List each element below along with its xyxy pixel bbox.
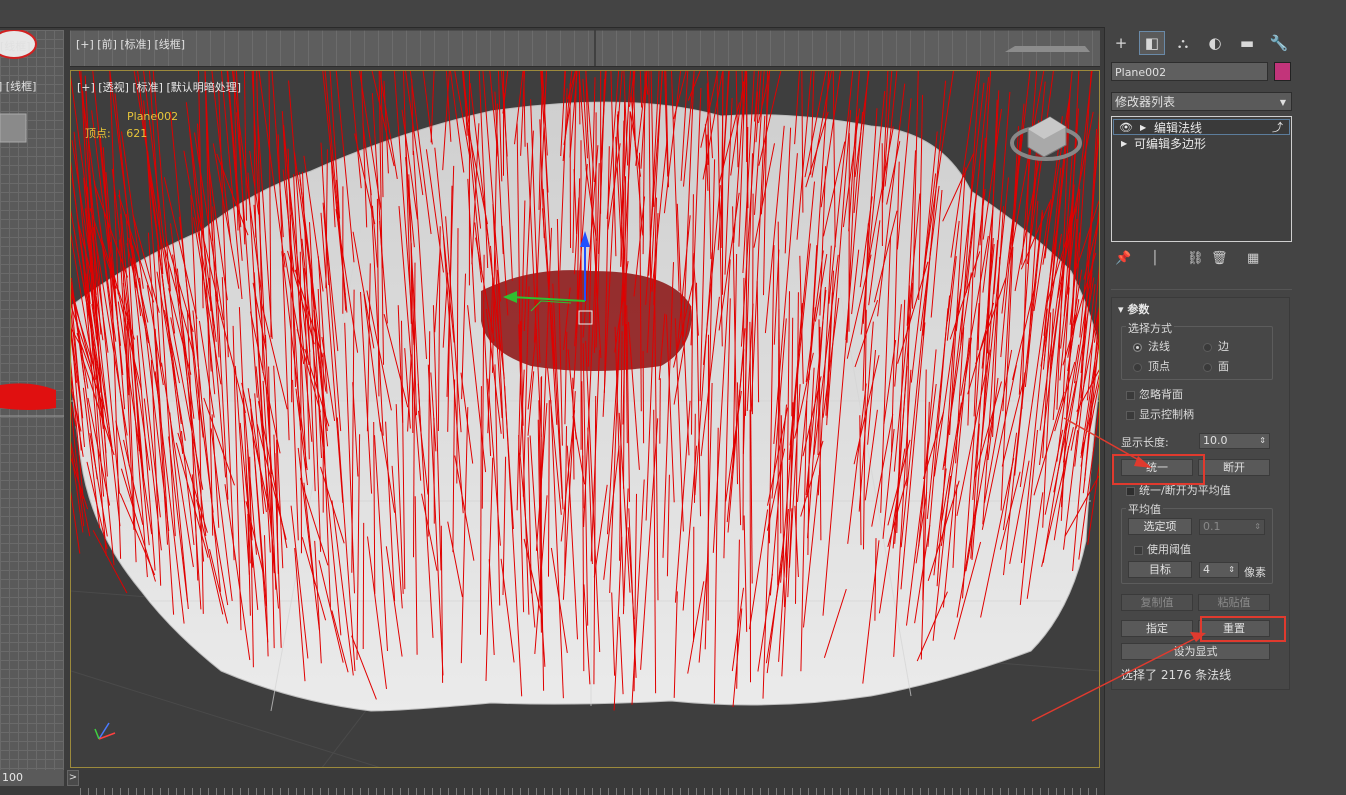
axis-tripod [94,722,116,740]
show-end-result-icon[interactable]: │ [1151,251,1159,266]
show-handles-label: 显示控制柄 [1139,408,1194,421]
pixels-label: 像素 [1244,566,1266,579]
radio-normal[interactable]: 法线 [1133,338,1170,354]
average-threshold-value: 0.1 [1203,520,1221,533]
left-viewport-scene [0,30,64,417]
unify-break-average-label: 统一/断开为平均值 [1139,484,1231,497]
normal-line [659,378,661,444]
scene-canvas[interactable] [71,71,1100,768]
break-button[interactable]: 断开 [1198,459,1270,476]
eye-icon[interactable]: 👁 [1119,120,1133,136]
average-target-button[interactable]: 目标 [1128,561,1192,578]
cursor-icon: ⤴ [1272,121,1283,134]
next-frame-button[interactable]: > [67,770,79,786]
selection-mode-title: 选择方式 [1126,320,1174,336]
create-tab-icon[interactable]: + [1108,31,1134,55]
left-viewport-label-2[interactable]: ] [线框] [0,78,36,94]
paste-value-button[interactable]: 粘贴值 [1198,594,1270,611]
radio-edge-label: 边 [1218,340,1229,353]
spinner-arrows-icon[interactable]: ⇕ [1228,563,1235,577]
timeline-ticks[interactable] [80,788,1100,795]
rollout-title-text: 参数 [1127,303,1150,316]
show-handles-checkbox[interactable]: 显示控制柄 [1126,406,1194,422]
normal-line [362,522,365,650]
radio-vertex[interactable]: 顶点 [1133,358,1170,374]
remove-modifier-icon[interactable]: 🗑 [1211,251,1228,266]
copy-value-button[interactable]: 复制值 [1121,594,1193,611]
modifier-list-label: 修改器列表 [1115,95,1176,109]
expand-icon[interactable]: ▶ [1140,120,1146,136]
normal-line [243,71,247,221]
display-tab-icon[interactable]: ▬ [1234,31,1260,55]
front-viewport[interactable]: [+] [前] [标准] [线框] [70,30,1100,67]
use-threshold-checkbox[interactable]: 使用阈值 [1134,541,1191,557]
stack-item-editable-poly[interactable]: ▶ 可编辑多边形 [1113,136,1290,152]
display-length-value: 10.0 [1203,434,1228,447]
motion-tab-icon[interactable]: ◐ [1202,31,1228,55]
stats-object-name: Plane002 [127,110,179,123]
stack-item-label: 可编辑多边形 [1134,137,1207,151]
unify-highlight-box [1112,454,1205,485]
radio-face[interactable]: 面 [1203,358,1229,374]
target-pixels-spinner[interactable]: 4 ⇕ [1199,562,1239,578]
display-length-spinner[interactable]: 10.0 ⇕ [1199,433,1270,449]
front-viewport-label[interactable]: [+] [前] [标准] [线框] [76,36,185,52]
stack-item-label: 编辑法线 [1154,121,1203,135]
radio-face-label: 面 [1218,360,1229,373]
configure-sets-icon[interactable]: ▦ [1247,251,1259,266]
pin-stack-icon[interactable]: 📌 [1115,251,1131,266]
object-color-swatch[interactable] [1274,62,1291,81]
average-threshold-spinner[interactable]: 0.1 ⇕ [1199,519,1265,535]
make-explicit-button[interactable]: 设为显式 [1121,643,1270,660]
stats-vertex-label: 顶点: [85,127,111,140]
utilities-tab-icon[interactable]: 🔧 [1266,31,1292,55]
left-viewport[interactable]: [线框] ] [线框] [0,30,64,770]
command-panel: + ◧ ⛬ ◐ ▬ 🔧 Plane002 修改器列表 ▼ 👁 ▶ 编辑法线 ⤴ … [1104,27,1346,795]
object-name-field[interactable]: Plane002 [1111,62,1268,81]
selection-status: 选择了 2176 条法线 [1121,668,1232,682]
radio-edge[interactable]: 边 [1203,338,1229,354]
average-title: 平均值 [1126,501,1163,517]
normal-line [642,351,645,444]
normal-line [687,71,701,101]
chevron-down-icon: ▼ [1279,98,1286,107]
left-viewport-label[interactable]: [线框] [0,38,31,54]
radio-vertex-label: 顶点 [1148,360,1170,373]
average-selected-button[interactable]: 选定项 [1128,518,1192,535]
modifier-stack[interactable]: 👁 ▶ 编辑法线 ⤴ ▶ 可编辑多边形 [1111,116,1292,242]
display-length-label: 显示长度: [1121,436,1169,449]
perspective-viewport-label[interactable]: [+] [透视] [标准] [默认明暗处理] [77,79,241,95]
modify-tab-icon[interactable]: ◧ [1139,31,1165,55]
normal-line [639,71,643,108]
use-threshold-label: 使用阈值 [1147,543,1191,556]
stats-vertex-count: 621 [126,127,148,140]
stack-toolbar: 📌 │ ⛓ 🗑 ▦ [1111,251,1292,271]
ignore-backface-label: 忽略背面 [1139,388,1183,401]
ignore-backface-checkbox[interactable]: 忽略背面 [1126,386,1183,402]
hierarchy-tab-icon[interactable]: ⛬ [1170,31,1196,55]
spinner-arrows-icon[interactable]: ⇕ [1254,520,1261,534]
spinner-arrows-icon[interactable]: ⇕ [1259,434,1266,448]
stack-item-edit-normals[interactable]: 👁 ▶ 编辑法线 ⤴ [1113,119,1290,135]
radio-normal-label: 法线 [1148,340,1170,353]
stats-vertex-row: 顶点: 621 [85,125,147,141]
make-unique-icon[interactable]: ⛓ [1187,251,1204,266]
modifier-list-dropdown[interactable]: 修改器列表 ▼ [1111,92,1292,111]
frame-field[interactable]: 100 [0,770,64,786]
panel-divider [1111,289,1292,290]
front-viewport-scene [70,30,1100,66]
rollout-title[interactable]: ▾ 参数 [1118,301,1149,317]
target-pixels-value: 4 [1203,563,1210,576]
specify-button[interactable]: 指定 [1121,620,1193,637]
expand-icon[interactable]: ▶ [1121,136,1127,152]
top-toolbar [0,0,1346,28]
reset-highlight-box [1200,616,1286,642]
perspective-viewport[interactable]: [+] [透视] [标准] [默认明暗处理] Plane002 顶点: 621 [70,70,1100,768]
